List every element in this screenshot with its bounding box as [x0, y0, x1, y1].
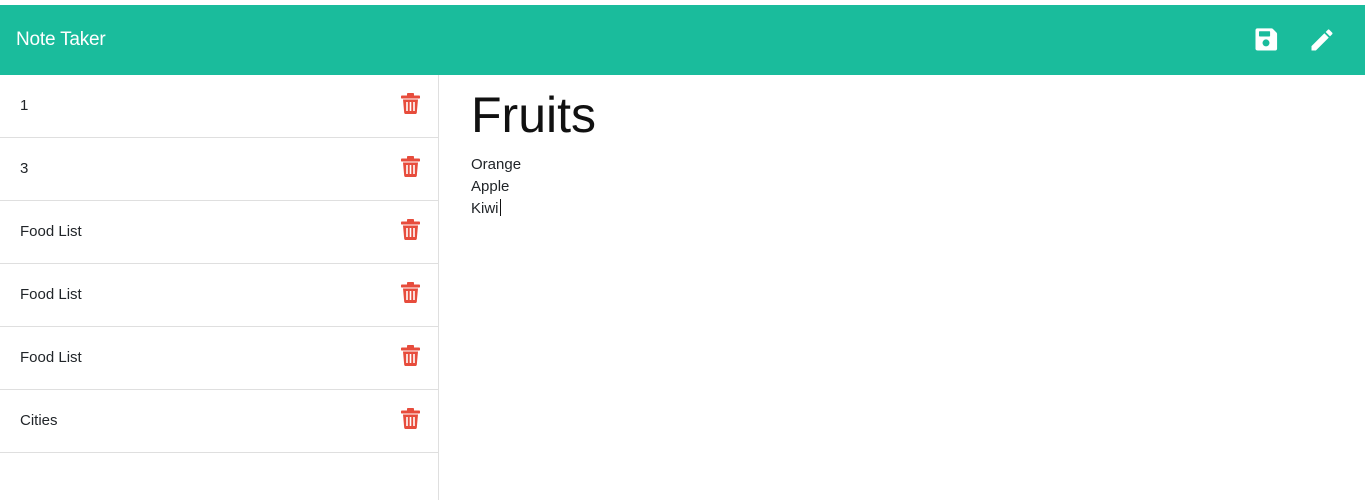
trash-icon[interactable]: [401, 156, 420, 177]
note-list-item[interactable]: Food List: [0, 327, 438, 390]
note-body-line-last: Kiwi: [471, 198, 1331, 220]
pencil-icon: [1311, 29, 1333, 51]
note-list: 1 3 Food List Food List Food List Cities: [0, 75, 438, 453]
note-list-item[interactable]: Cities: [0, 390, 438, 453]
note-list-item-title[interactable]: Food List: [20, 264, 82, 326]
navbar: Note Taker: [0, 5, 1365, 75]
note-list-item-title[interactable]: Food List: [20, 327, 82, 389]
note-title-input[interactable]: [471, 85, 1331, 145]
note-list-item[interactable]: Food List: [0, 201, 438, 264]
trash-icon[interactable]: [401, 219, 420, 240]
note-list-item[interactable]: 3: [0, 138, 438, 201]
note-list-item-title[interactable]: 1: [20, 75, 28, 137]
note-body-line: Apple: [471, 178, 510, 195]
save-note-button[interactable]: [1252, 26, 1280, 54]
note-list-item-title[interactable]: Food List: [20, 201, 82, 263]
trash-icon[interactable]: [401, 282, 420, 303]
trash-icon[interactable]: [401, 93, 420, 114]
note-editor: Orange Apple Kiwi: [439, 75, 1365, 500]
note-list-item[interactable]: 1: [0, 75, 438, 138]
app-brand[interactable]: Note Taker: [16, 5, 106, 75]
note-list-item[interactable]: Food List: [0, 264, 438, 327]
note-body-line-text: Kiwi: [471, 200, 499, 217]
note-body-textarea[interactable]: Orange Apple Kiwi: [471, 154, 1331, 220]
notes-sidebar: 1 3 Food List Food List Food List Cities: [0, 75, 439, 500]
save-icon: [1255, 28, 1278, 51]
note-list-item-title[interactable]: Cities: [20, 390, 58, 452]
text-caret: [499, 199, 501, 216]
trash-icon[interactable]: [401, 408, 420, 429]
trash-icon[interactable]: [401, 345, 420, 366]
note-body-line: Orange: [471, 156, 522, 173]
note-list-item-title[interactable]: 3: [20, 138, 28, 200]
new-note-button[interactable]: [1308, 26, 1336, 54]
